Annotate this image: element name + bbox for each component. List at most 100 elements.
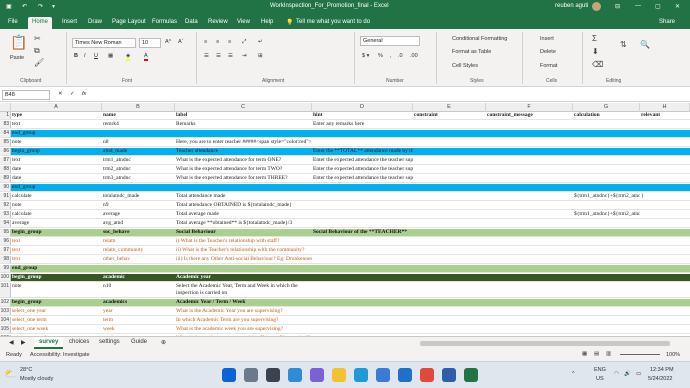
autosave-icon[interactable]: ▣ (6, 3, 12, 10)
table-cell[interactable] (640, 211, 690, 218)
decrease-decimal-icon[interactable]: .00 (410, 53, 418, 59)
table-cell[interactable] (573, 299, 640, 306)
ribbon-display-icon[interactable]: ⊟ (615, 3, 620, 10)
table-cell[interactable] (486, 265, 573, 272)
table-cell[interactable]: relatn_community (102, 247, 175, 254)
table-cell[interactable] (486, 299, 573, 306)
row-number[interactable]: 87 (0, 157, 11, 164)
table-cell[interactable] (573, 283, 640, 297)
table-cell[interactable] (413, 157, 486, 164)
table-cell[interactable] (413, 184, 486, 191)
table-cell[interactable] (312, 308, 413, 315)
battery-icon[interactable]: ▭ (636, 371, 641, 377)
table-cell[interactable] (640, 256, 690, 263)
table-cell[interactable]: iii) Is there any Other Anti-social Beha… (175, 256, 312, 263)
table-cell[interactable] (413, 211, 486, 218)
orientation-icon[interactable]: ⤢ (242, 39, 246, 46)
table-cell[interactable]: begin_group (11, 229, 102, 236)
table-cell[interactable]: end_group (11, 184, 102, 191)
font-size-select[interactable]: 10 (139, 38, 161, 48)
table-cell[interactable]: What is the expected attendance for term… (175, 175, 312, 182)
percent-icon[interactable]: % (378, 53, 383, 59)
tab-data[interactable]: Data (181, 17, 202, 29)
table-row[interactable]: 105 select_one week week What is the academ… (0, 326, 690, 334)
autosum-icon[interactable]: Σ (592, 35, 597, 43)
table-cell[interactable] (486, 148, 573, 155)
table-cell[interactable] (486, 211, 573, 218)
currency-icon[interactable]: $ ▾ (362, 53, 369, 59)
column-header[interactable]: B (102, 103, 175, 112)
table-cell[interactable]: } (640, 193, 690, 200)
table-cell[interactable]: constraint_message (486, 112, 573, 119)
table-cell[interactable]: type (11, 112, 102, 119)
table-cell[interactable] (413, 220, 486, 227)
row-number[interactable]: 99 (0, 265, 11, 272)
photos-icon[interactable] (442, 368, 456, 382)
table-cell[interactable]: totalatndc_made (102, 193, 175, 200)
table-cell[interactable] (640, 202, 690, 209)
table-cell[interactable] (640, 265, 690, 272)
tab-page-layout[interactable]: Page Layout (108, 17, 150, 29)
align-right-icon[interactable]: ☰ (228, 53, 233, 59)
table-cell[interactable] (413, 130, 486, 137)
table-cell[interactable] (640, 121, 690, 128)
table-cell[interactable]: Total attendance made (175, 193, 312, 200)
table-cell[interactable] (573, 157, 640, 164)
italic-icon[interactable]: I (84, 53, 86, 59)
row-number[interactable]: 93 (0, 211, 11, 218)
table-cell[interactable] (102, 130, 175, 137)
table-row[interactable]: 92 note n9 Total attendance OBTAINED is ${t… (0, 202, 690, 210)
table-cell[interactable] (640, 308, 690, 315)
table-cell[interactable] (640, 317, 690, 324)
table-cell[interactable] (486, 130, 573, 137)
table-cell[interactable] (175, 130, 312, 137)
header-row[interactable]: 1 type name label hint constraint constraint_m… (0, 112, 690, 120)
volume-icon[interactable]: 🔊 (624, 371, 631, 377)
table-row[interactable]: 102 begin_group academics Academic Year / T… (0, 299, 690, 307)
table-cell[interactable]: calculate (11, 211, 102, 218)
sheet-tab-survey[interactable]: survey (34, 337, 64, 349)
edge-icon[interactable] (354, 368, 368, 382)
add-sheet-icon[interactable]: ⊕ (156, 337, 171, 349)
file-explorer-icon[interactable] (332, 368, 346, 382)
wrap-text-icon[interactable]: ↵ (258, 39, 263, 45)
table-cell[interactable]: trm2_atndnc (102, 166, 175, 173)
normal-view-icon[interactable]: ▦ (582, 351, 587, 357)
column-header[interactable]: G (573, 103, 640, 112)
worksheet-grid[interactable]: 1 type name label hint constraint constraint_m… (0, 112, 690, 336)
zoom-slider[interactable] (620, 354, 660, 355)
row-number[interactable]: 90 (0, 184, 11, 191)
table-cell[interactable] (573, 166, 640, 173)
conditional-formatting-button[interactable]: Conditional Formatting (452, 36, 507, 42)
shrink-font-icon[interactable]: Aˇ (178, 39, 184, 45)
insert-cells-button[interactable]: Insert (540, 36, 554, 42)
search-icon[interactable] (244, 368, 258, 382)
paste-icon[interactable]: 📋 (10, 35, 27, 49)
table-cell[interactable] (413, 148, 486, 155)
cancel-icon[interactable]: ✕ (58, 91, 63, 97)
table-cell[interactable] (640, 247, 690, 254)
select-all-corner[interactable] (0, 103, 11, 112)
store-icon[interactable] (376, 368, 390, 382)
table-cell[interactable] (640, 229, 690, 236)
zoom-level[interactable]: 100% (666, 352, 680, 358)
clock-time[interactable]: 12:34 PM (650, 367, 674, 373)
bold-icon[interactable]: B (74, 53, 78, 59)
row-number[interactable]: 1 (0, 112, 11, 119)
table-cell[interactable] (573, 274, 640, 281)
table-cell[interactable] (413, 139, 486, 146)
table-cell[interactable] (640, 175, 690, 182)
table-cell[interactable] (486, 184, 573, 191)
table-cell[interactable] (413, 166, 486, 173)
table-row[interactable]: 88 date trm2_atndnc What is the expected at… (0, 166, 690, 174)
table-cell[interactable]: Total attendance OBTAINED is ${totalatnd… (175, 202, 312, 209)
table-cell[interactable] (413, 193, 486, 200)
table-cell[interactable] (486, 166, 573, 173)
table-cell[interactable]: soc_behave (102, 229, 175, 236)
accessibility-status[interactable]: Accessibility: Investigate (30, 352, 90, 358)
table-row[interactable]: 98 text other_behav iii) Is there any Other… (0, 256, 690, 264)
table-cell[interactable]: ii) What is the Teacher's relationship w… (175, 247, 312, 254)
table-cell[interactable]: trm1_atndnc (102, 157, 175, 164)
sheet-tab-choices[interactable]: choices (64, 337, 94, 349)
table-cell[interactable] (413, 247, 486, 254)
